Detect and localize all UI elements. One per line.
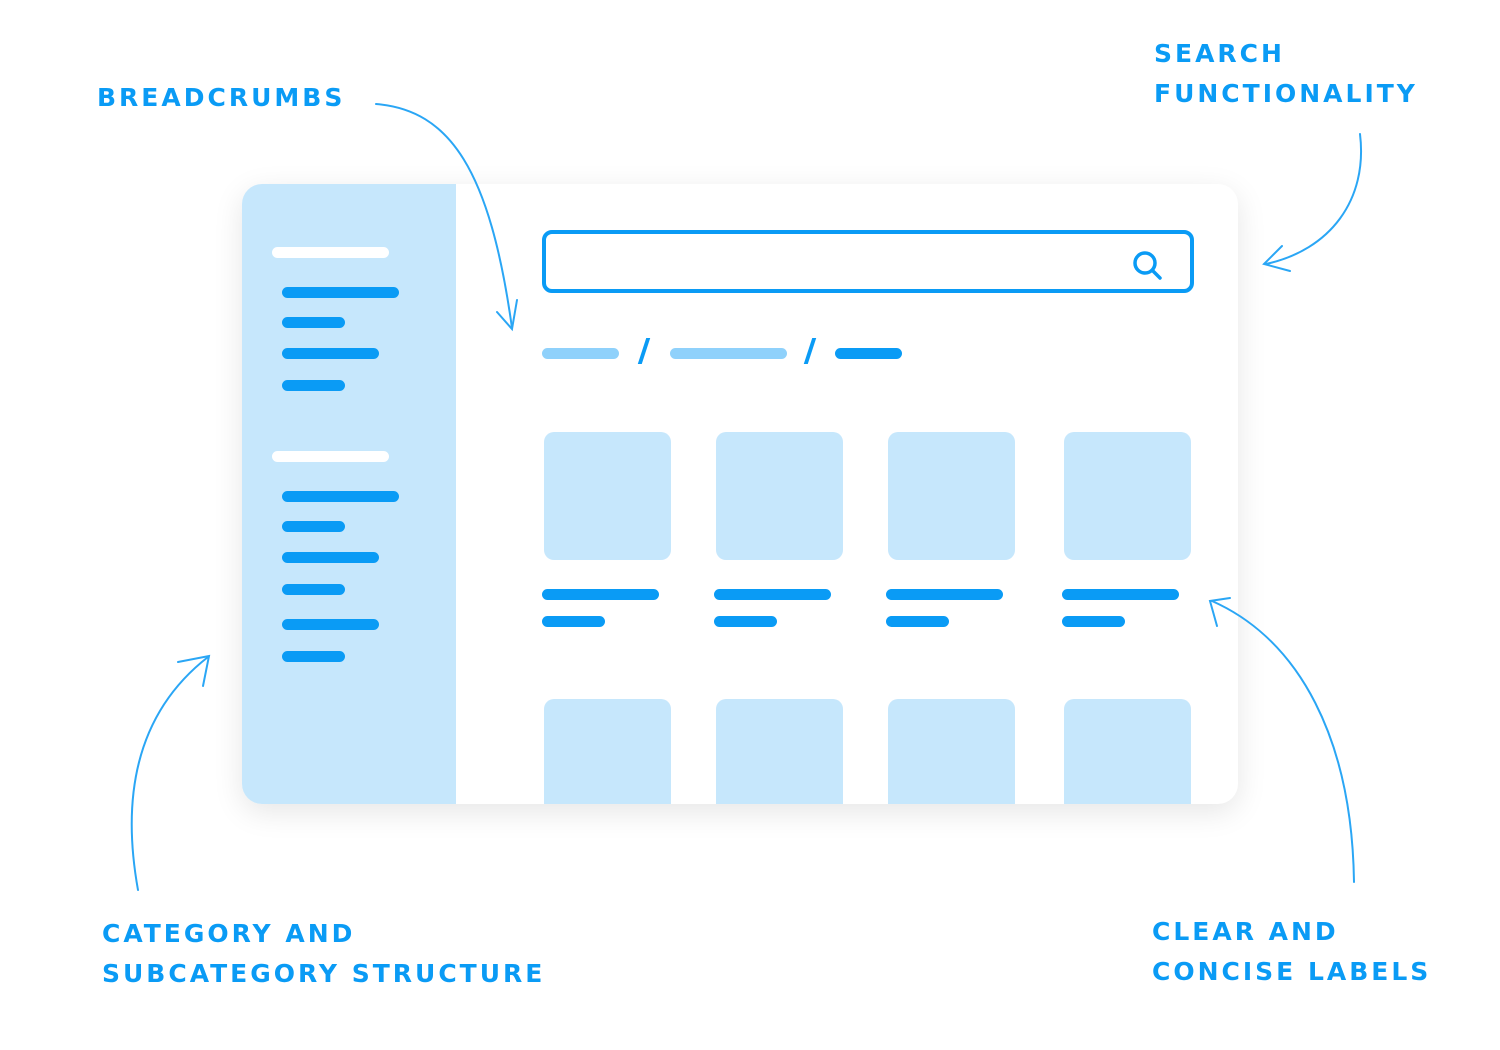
product-title[interactable] [1062, 589, 1179, 600]
annotation-line: SUBCATEGORY STRUCTURE [102, 959, 546, 988]
subcategory-link[interactable] [282, 348, 379, 359]
breadcrumb-separator [637, 338, 651, 364]
breadcrumb-separator [803, 338, 817, 364]
product-thumbnail[interactable] [888, 432, 1015, 560]
product-thumbnail[interactable] [716, 699, 843, 804]
product-subtitle [886, 616, 949, 627]
product-thumbnail[interactable] [1064, 699, 1191, 804]
product-thumbnail[interactable] [888, 699, 1015, 804]
product-subtitle [542, 616, 605, 627]
product-title[interactable] [542, 589, 659, 600]
product-thumbnail[interactable] [544, 432, 671, 560]
arrowhead-category [177, 654, 211, 687]
annotation-line: CATEGORY AND [102, 919, 356, 948]
subcategory-link[interactable] [282, 584, 345, 595]
breadcrumb-item[interactable] [670, 348, 787, 359]
annotation-breadcrumbs: BREADCRUMBS [97, 83, 346, 112]
category-heading [272, 451, 389, 462]
product-subtitle [714, 616, 777, 627]
product-title[interactable] [714, 589, 831, 600]
category-heading [272, 247, 389, 258]
subcategory-link[interactable] [282, 491, 399, 502]
arrowhead-search [1262, 245, 1291, 272]
annotation-line: FUNCTIONALITY [1154, 79, 1418, 108]
arrow-search [1265, 133, 1363, 265]
annotation-line: CONCISE LABELS [1152, 957, 1432, 986]
annotation-search-functionality: SEARCH FUNCTIONALITY [1154, 34, 1418, 114]
subcategory-link[interactable] [282, 619, 379, 630]
subcategory-link[interactable] [282, 521, 345, 532]
product-thumbnail[interactable] [544, 699, 671, 804]
category-sidebar [242, 184, 456, 804]
subcategory-link[interactable] [282, 380, 345, 391]
wireframe-window [242, 184, 1238, 804]
arrow-category [130, 656, 209, 891]
annotation-line: CLEAR AND [1152, 917, 1339, 946]
breadcrumb-item[interactable] [542, 348, 619, 359]
product-thumbnail[interactable] [716, 432, 843, 560]
annotation-clear-labels: CLEAR AND CONCISE LABELS [1152, 912, 1431, 992]
subcategory-link[interactable] [282, 317, 345, 328]
product-title[interactable] [886, 589, 1003, 600]
breadcrumb-current [835, 348, 902, 359]
product-subtitle [1062, 616, 1125, 627]
search-bar[interactable] [542, 230, 1194, 293]
annotation-category-structure: CATEGORY AND SUBCATEGORY STRUCTURE [102, 914, 545, 994]
subcategory-link[interactable] [282, 651, 345, 662]
annotation-line: SEARCH [1154, 39, 1285, 68]
search-icon[interactable] [1128, 246, 1168, 286]
subcategory-link[interactable] [282, 552, 379, 563]
search-input[interactable] [556, 240, 1120, 286]
product-thumbnail[interactable] [1064, 432, 1191, 560]
subcategory-link[interactable] [282, 287, 399, 298]
